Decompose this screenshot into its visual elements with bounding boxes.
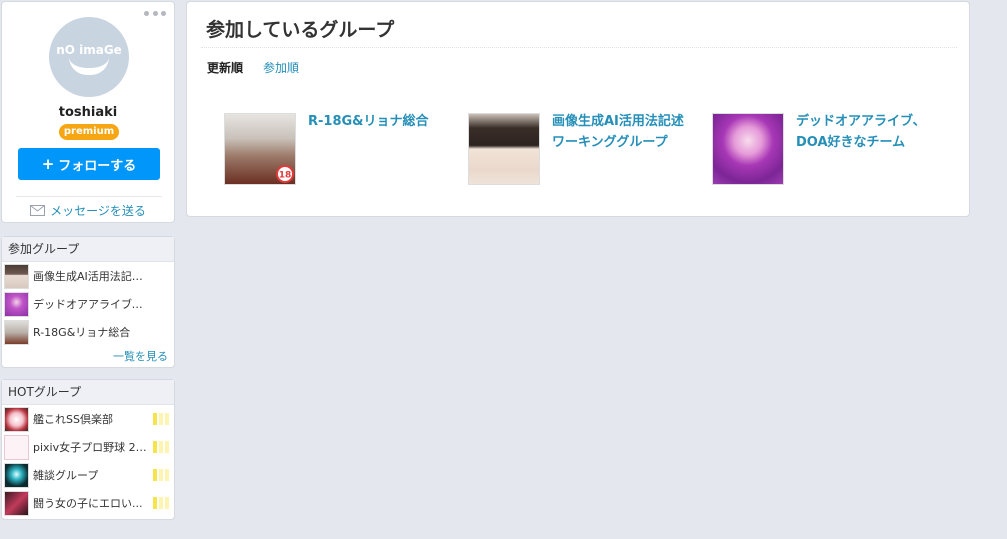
r18-badge-icon: 18	[276, 165, 294, 183]
list-item[interactable]: 闘う女の子にエロい...	[2, 489, 174, 517]
avatar-placeholder-text: nO imaGe	[56, 43, 122, 57]
send-message-link[interactable]: メッセージを送る	[2, 202, 174, 219]
list-item[interactable]: R-18G&リョナ総合	[2, 318, 174, 346]
group-card[interactable]: 画像生成AI活用法記述ワーキンググループ	[468, 113, 684, 185]
group-name[interactable]: R-18G&リョナ総合	[308, 111, 440, 185]
sidebar-item-label: 画像生成AI活用法記述ワ...	[33, 270, 153, 283]
list-item[interactable]: 雑談グループ	[2, 461, 174, 489]
sidebar-item-label: デッドオアアライブ、D...	[33, 298, 153, 311]
r18-badge-text: 18	[279, 171, 292, 181]
group-thumb-r18g	[4, 319, 29, 345]
follow-button-label: フォローする	[58, 158, 137, 174]
tab-sort-updated[interactable]: 更新順	[207, 59, 243, 76]
sidebar-item-label: 闘う女の子にエロい...	[33, 497, 143, 510]
group-name[interactable]: デッドオアアライブ、DOA好きなチーム	[796, 111, 928, 185]
sidebar-item-label: R-18G&リョナ総合	[33, 326, 131, 339]
hot-level-indicator	[153, 497, 169, 509]
group-card[interactable]: 18 R-18G&リョナ総合	[224, 113, 440, 185]
sort-tabs: 更新順 参加順	[207, 59, 299, 76]
send-message-label: メッセージを送る	[50, 204, 146, 218]
page-title: 参加しているグループ	[206, 19, 395, 41]
joined-groups-box: 参加グループ 画像生成AI活用法記述ワ... デッドオアアライブ、D... R-…	[1, 236, 175, 368]
hot-groups-heading: HOTグループ	[2, 380, 174, 405]
list-item[interactable]: デッドオアアライブ、D...	[2, 290, 174, 318]
divider	[201, 47, 957, 48]
list-item[interactable]: 艦これSS倶楽部	[2, 405, 174, 433]
follow-button[interactable]: + フォローする	[18, 148, 160, 180]
group-thumb-doa	[712, 113, 784, 185]
divider	[16, 196, 162, 197]
plus-icon: +	[41, 154, 55, 173]
joined-groups-heading: 参加グループ	[2, 237, 174, 262]
hot-level-indicator	[153, 413, 169, 425]
avatar: nO imaGe	[49, 17, 129, 97]
group-thumb-kancolle	[4, 406, 29, 432]
profile-card: nO imaGe toshiaki premium + フォローする メッセージ…	[1, 1, 175, 223]
tab-sort-joined[interactable]: 参加順	[263, 59, 299, 76]
group-thumb-chat	[4, 462, 29, 488]
group-thumb-r18g: 18	[224, 113, 296, 185]
hot-level-indicator	[153, 441, 169, 453]
sidebar-item-label: 雑談グループ	[33, 469, 99, 482]
list-item[interactable]: 画像生成AI活用法記述ワ...	[2, 262, 174, 290]
premium-badge: premium	[59, 124, 119, 140]
hot-groups-box: HOTグループ 艦これSS倶楽部 pixiv女子プロ野球 20... 雑談グルー…	[1, 379, 175, 520]
list-item[interactable]: pixiv女子プロ野球 20...	[2, 433, 174, 461]
group-thumb-fight	[4, 490, 29, 516]
sidebar-item-label: 艦これSS倶楽部	[33, 413, 113, 426]
group-thumb-doa	[4, 291, 29, 317]
mail-icon	[30, 205, 46, 216]
see-all-link[interactable]: 一覧を見る	[113, 348, 168, 364]
group-thumb-ai	[4, 263, 29, 289]
group-thumb-ai	[468, 113, 540, 185]
group-name[interactable]: 画像生成AI活用法記述ワーキンググループ	[552, 111, 684, 185]
hot-level-indicator	[153, 469, 169, 481]
more-options-icon[interactable]	[144, 11, 166, 17]
group-thumb-baseball	[4, 434, 29, 460]
group-card[interactable]: デッドオアアライブ、DOA好きなチーム	[712, 113, 928, 185]
sidebar-item-label: pixiv女子プロ野球 20...	[33, 441, 153, 454]
username: toshiaki	[58, 105, 118, 120]
joined-groups-panel: 参加しているグループ 更新順 参加順 18 R-18G&リョナ総合 画像生成AI…	[186, 1, 970, 217]
